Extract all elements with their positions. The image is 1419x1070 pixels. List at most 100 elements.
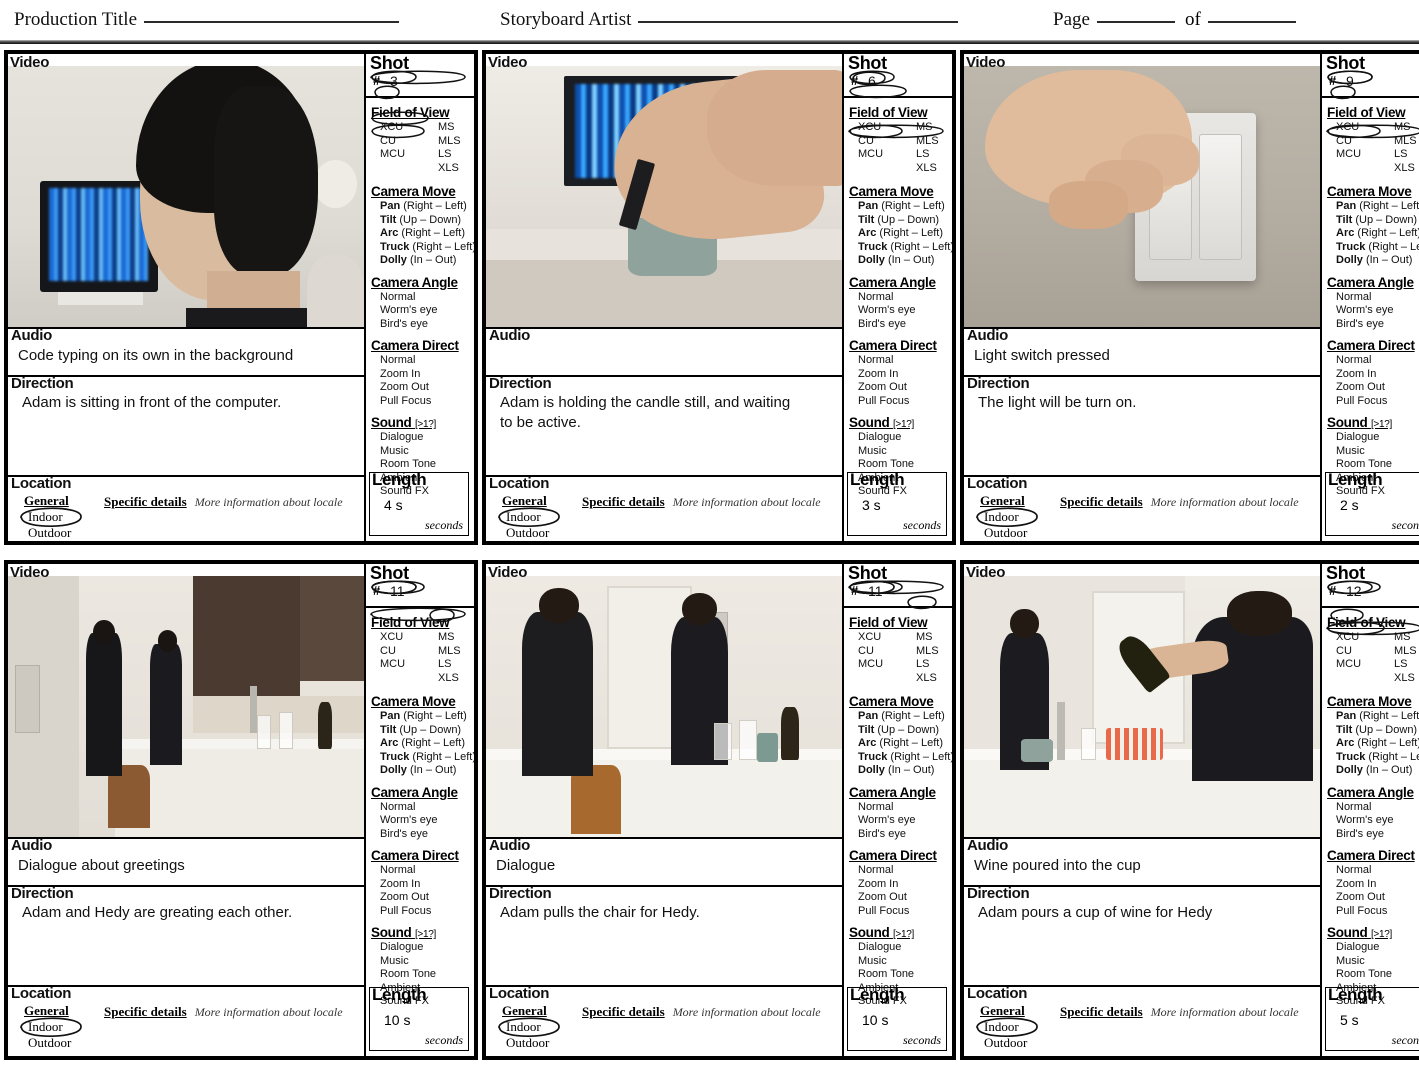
camera-move-option-dolly[interactable]: Dolly (In – Out) bbox=[1327, 254, 1419, 268]
fov-option-xls[interactable]: XLS bbox=[1385, 162, 1415, 176]
audio-value[interactable] bbox=[486, 329, 842, 350]
camera-move-option-truck[interactable]: Truck (Right – Left) bbox=[849, 751, 952, 765]
sound-option-music[interactable]: Music bbox=[371, 445, 474, 459]
fov-option-ms[interactable]: MS bbox=[1385, 631, 1411, 645]
camera-direct-option-zoom-in[interactable]: Zoom In bbox=[849, 878, 952, 892]
fov-option-xcu[interactable]: XCU bbox=[1327, 121, 1359, 135]
length-box[interactable]: Length 3 s seconds bbox=[847, 470, 947, 536]
audio-value[interactable]: Code typing on its own in the background bbox=[8, 329, 364, 370]
fov-option-xcu[interactable]: XCU bbox=[1327, 631, 1359, 645]
fov-option-xcu[interactable]: XCU bbox=[371, 631, 403, 645]
fov-option-mcu[interactable]: MCU bbox=[849, 658, 883, 672]
camera-angle-option-normal[interactable]: Normal bbox=[1327, 291, 1419, 305]
camera-direct-option-zoom-out[interactable]: Zoom Out bbox=[371, 381, 474, 395]
shot-number[interactable]: 9 bbox=[1346, 73, 1354, 89]
location-box[interactable]: Location General Indoor Outdoor Specific det… bbox=[964, 475, 1320, 541]
production-title-rule[interactable] bbox=[144, 21, 399, 23]
direction-box[interactable]: Direction Adam pours a cup of wine for He… bbox=[964, 885, 1320, 987]
shot-number[interactable]: 3 bbox=[390, 73, 398, 89]
fov-option-ms[interactable]: MS bbox=[907, 121, 933, 135]
sound-option-music[interactable]: Music bbox=[849, 955, 952, 969]
audio-box[interactable]: Audio Dialogue about greetings bbox=[8, 837, 364, 887]
fov-option-ms[interactable]: MS bbox=[429, 631, 455, 645]
camera-direct-option-pull-focus[interactable]: Pull Focus bbox=[849, 905, 952, 919]
location-option-outdoor[interactable]: Outdoor bbox=[502, 525, 564, 541]
camera-angle-option-worm-s-eye[interactable]: Worm's eye bbox=[371, 304, 474, 318]
storyboard-artist-rule[interactable] bbox=[638, 21, 959, 23]
production-title-field[interactable]: Production Title bbox=[14, 9, 399, 31]
camera-direct-option-zoom-in[interactable]: Zoom In bbox=[371, 878, 474, 892]
fov-option-cu[interactable]: CU bbox=[849, 135, 874, 149]
audio-value[interactable]: Wine poured into the cup bbox=[964, 839, 1320, 880]
page-total-rule[interactable] bbox=[1207, 21, 1296, 23]
direction-box[interactable]: Direction Adam is holding the candle stil… bbox=[486, 375, 842, 477]
location-specific-group[interactable]: Specific details More information about l… bbox=[1052, 493, 1299, 541]
camera-move-option-pan[interactable]: Pan (Right – Left) bbox=[1327, 710, 1419, 724]
camera-direct-option-zoom-in[interactable]: Zoom In bbox=[1327, 878, 1419, 892]
storyboard-panel[interactable]: Video Audio Dialogue about greetings Direct… bbox=[4, 560, 478, 1060]
camera-direct-option-pull-focus[interactable]: Pull Focus bbox=[849, 395, 952, 409]
camera-move-option-truck[interactable]: Truck (Right – Left) bbox=[849, 241, 952, 255]
fov-option-mls[interactable]: MLS bbox=[429, 135, 461, 149]
camera-move-option-dolly[interactable]: Dolly (In – Out) bbox=[371, 254, 474, 268]
sound-option-dialogue[interactable]: Dialogue bbox=[849, 941, 952, 955]
storyboard-panel[interactable]: Video Audio Dialogue Direction Adam pulls th… bbox=[482, 560, 956, 1060]
fov-option-xcu[interactable]: XCU bbox=[371, 121, 403, 135]
fov-option-mcu[interactable]: MCU bbox=[371, 148, 405, 162]
camera-move-option-tilt[interactable]: Tilt (Up – Down) bbox=[371, 214, 474, 228]
camera-direct-option-zoom-out[interactable]: Zoom Out bbox=[371, 891, 474, 905]
page-number-rule[interactable] bbox=[1096, 21, 1175, 23]
fov-option-cu[interactable]: CU bbox=[1327, 645, 1352, 659]
shot-number[interactable]: 11 bbox=[868, 583, 883, 599]
length-box[interactable]: Length 4 s seconds bbox=[369, 470, 469, 536]
fov-option-mcu[interactable]: MCU bbox=[371, 658, 405, 672]
audio-box[interactable]: Audio Code typing on its own in the backg… bbox=[8, 327, 364, 377]
location-option-indoor[interactable]: Indoor bbox=[24, 1019, 86, 1035]
camera-move-option-pan[interactable]: Pan (Right – Left) bbox=[371, 710, 474, 724]
storyboard-panel[interactable]: Video Audio Code typing on its own in the … bbox=[4, 50, 478, 545]
location-specific-group[interactable]: Specific details More information about l… bbox=[96, 493, 343, 541]
fov-option-xls[interactable]: XLS bbox=[1385, 672, 1415, 686]
fov-option-cu[interactable]: CU bbox=[849, 645, 874, 659]
camera-angle-option-normal[interactable]: Normal bbox=[1327, 801, 1419, 815]
audio-box[interactable]: Audio Wine poured into the cup bbox=[964, 837, 1320, 887]
sound-option-room-tone[interactable]: Room Tone bbox=[849, 968, 952, 982]
sound-option-room-tone[interactable]: Room Tone bbox=[1327, 968, 1419, 982]
location-option-indoor[interactable]: Indoor bbox=[980, 1019, 1042, 1035]
location-box[interactable]: Location General Indoor Outdoor Specific det… bbox=[486, 985, 842, 1056]
camera-move-option-pan[interactable]: Pan (Right – Left) bbox=[371, 200, 474, 214]
fov-option-xcu[interactable]: XCU bbox=[849, 631, 881, 645]
direction-box[interactable]: Direction The light will be turn on. bbox=[964, 375, 1320, 477]
camera-angle-option-normal[interactable]: Normal bbox=[849, 291, 952, 305]
length-box[interactable]: Length 10 s seconds bbox=[369, 985, 469, 1051]
camera-direct-option-normal[interactable]: Normal bbox=[1327, 354, 1419, 368]
sound-option-music[interactable]: Music bbox=[1327, 955, 1419, 969]
fov-option-mcu[interactable]: MCU bbox=[1327, 148, 1361, 162]
fov-option-ms[interactable]: MS bbox=[1385, 121, 1411, 135]
direction-box[interactable]: Direction Adam pulls the chair for Hedy. bbox=[486, 885, 842, 987]
location-option-indoor[interactable]: Indoor bbox=[502, 1019, 564, 1035]
storyboard-panel[interactable]: Video Audio Direction Adam is holding the c… bbox=[482, 50, 956, 545]
shot-number[interactable]: 11 bbox=[390, 583, 405, 599]
fov-option-ls[interactable]: LS bbox=[907, 148, 929, 162]
sound-option-music[interactable]: Music bbox=[1327, 445, 1419, 459]
camera-move-option-truck[interactable]: Truck (Right – Left) bbox=[1327, 241, 1419, 255]
fov-option-ls[interactable]: LS bbox=[907, 658, 929, 672]
location-option-outdoor[interactable]: Outdoor bbox=[502, 1035, 564, 1051]
storyboard-panel[interactable]: Video Audio Light switch pressed Direction T… bbox=[960, 50, 1419, 545]
direction-box[interactable]: Direction Adam is sitting in front of the… bbox=[8, 375, 364, 477]
camera-move-option-pan[interactable]: Pan (Right – Left) bbox=[1327, 200, 1419, 214]
shot-number[interactable]: 12 bbox=[1346, 583, 1362, 599]
camera-move-option-dolly[interactable]: Dolly (In – Out) bbox=[849, 254, 952, 268]
fov-option-xcu[interactable]: XCU bbox=[849, 121, 881, 135]
fov-option-mls[interactable]: MLS bbox=[429, 645, 461, 659]
direction-box[interactable]: Direction Adam and Hedy are greating each… bbox=[8, 885, 364, 987]
audio-box[interactable]: Audio bbox=[486, 327, 842, 377]
camera-angle-option-bird-s-eye[interactable]: Bird's eye bbox=[1327, 828, 1419, 842]
length-value[interactable]: 10 s bbox=[862, 1012, 888, 1028]
length-box[interactable]: Length 10 s seconds bbox=[847, 985, 947, 1051]
camera-angle-option-bird-s-eye[interactable]: Bird's eye bbox=[849, 318, 952, 332]
location-specific-group[interactable]: Specific details More information about l… bbox=[574, 1003, 821, 1051]
camera-direct-option-pull-focus[interactable]: Pull Focus bbox=[1327, 905, 1419, 919]
fov-option-ls[interactable]: LS bbox=[429, 148, 451, 162]
